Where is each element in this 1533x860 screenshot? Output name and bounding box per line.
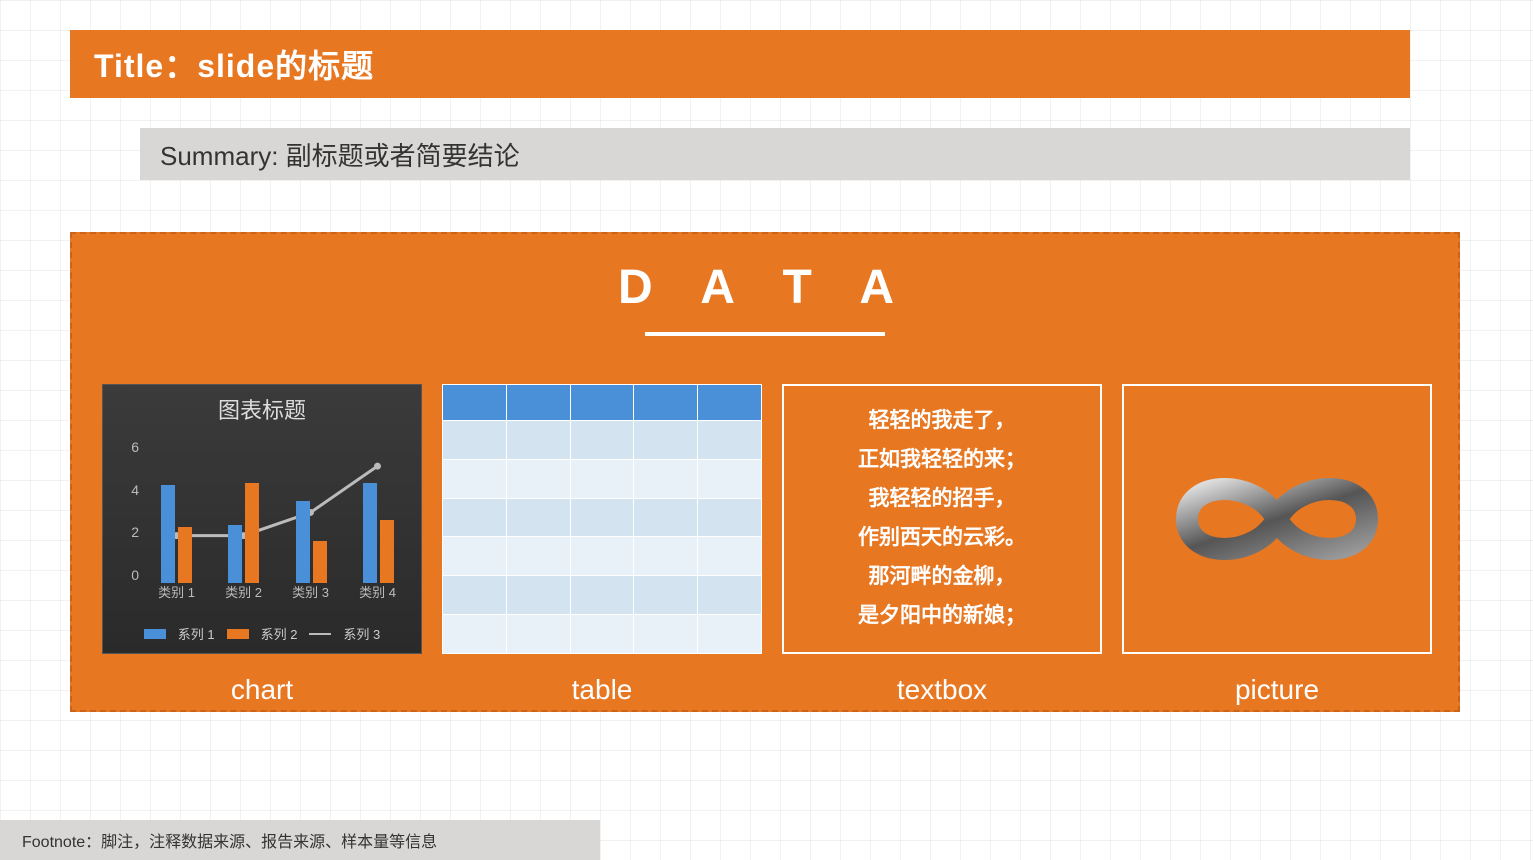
card-row: 图表标题 0246 类别 1类别 2类别 3类别 4 系列 1系列 2系列 3 … [72, 384, 1458, 664]
picture-card: picture [1122, 384, 1432, 654]
data-heading-underline [645, 332, 885, 336]
chart-y-axis: 0246 [113, 439, 139, 583]
data-heading: D A T A [618, 260, 912, 315]
infinity-icon [1147, 454, 1407, 584]
chart-title: 图表标题 [103, 385, 421, 425]
data-panel: D A T A 图表标题 0246 类别 1类别 2类别 3类别 4 系列 1系… [70, 232, 1460, 712]
footnote-text: Footnote：脚注，注释数据来源、报告来源、样本量等信息 [22, 828, 437, 852]
chart-x-axis: 类别 1类别 2类别 3类别 4 [143, 582, 411, 601]
picture-box [1122, 384, 1432, 654]
title-text: Title：slide的标题 [94, 41, 374, 87]
chart-label: chart [102, 674, 422, 706]
table-card: table [442, 384, 762, 654]
table-grid [442, 384, 762, 654]
textbox-label: textbox [782, 674, 1102, 706]
chart-legend: 系列 1系列 2系列 3 [103, 624, 421, 643]
chart-card: 图表标题 0246 类别 1类别 2类别 3类别 4 系列 1系列 2系列 3 … [102, 384, 422, 654]
table-label: table [442, 674, 762, 706]
summary-bar: Summary: 副标题或者简要结论 [140, 128, 1410, 180]
table-box [442, 384, 762, 654]
chart-plot-area [143, 443, 411, 583]
summary-text: Summary: 副标题或者简要结论 [160, 136, 520, 173]
textbox-content: 轻轻的我走了，正如我轻轻的来；我轻轻的招手，作别西天的云彩。那河畔的金柳，是夕阳… [782, 384, 1102, 654]
title-bar: Title：slide的标题 [70, 30, 1410, 98]
footnote-bar: Footnote：脚注，注释数据来源、报告来源、样本量等信息 [0, 820, 600, 860]
picture-label: picture [1122, 674, 1432, 706]
chart-box: 图表标题 0246 类别 1类别 2类别 3类别 4 系列 1系列 2系列 3 [102, 384, 422, 654]
textbox-card: 轻轻的我走了，正如我轻轻的来；我轻轻的招手，作别西天的云彩。那河畔的金柳，是夕阳… [782, 384, 1102, 654]
